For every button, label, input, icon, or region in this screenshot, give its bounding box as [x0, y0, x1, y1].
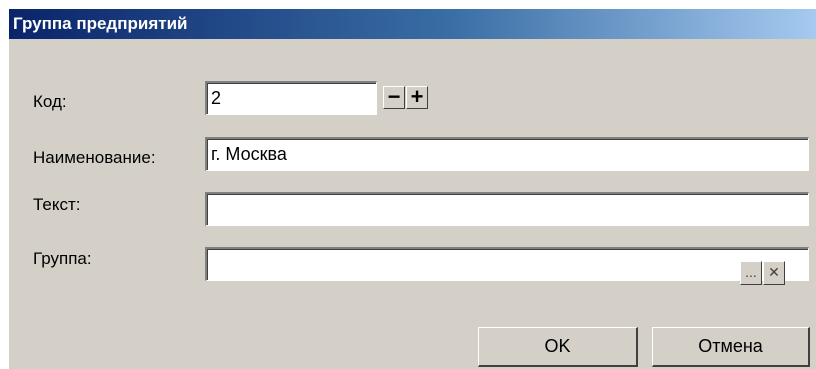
text-label: Текст: [33, 195, 81, 214]
ellipsis-icon: ... [745, 264, 757, 280]
cancel-button[interactable]: Отмена [652, 327, 810, 367]
cancel-button-label: Отмена [698, 336, 763, 356]
ok-button-label: OK [544, 336, 571, 356]
code-increment-button[interactable]: + [406, 86, 428, 109]
code-decrement-button[interactable]: − [383, 86, 405, 109]
code-input[interactable]: 2 [205, 81, 377, 115]
minus-icon: − [387, 84, 401, 109]
dialog-title: Группа предприятий [13, 14, 188, 33]
plus-icon: + [410, 84, 424, 109]
name-input[interactable]: г. Москва [205, 137, 809, 171]
group-clear-button[interactable]: ✕ [763, 261, 785, 285]
name-label: Наименование: [33, 148, 156, 167]
dialog-title-bar: Группа предприятий [9, 9, 816, 39]
close-icon: ✕ [768, 264, 780, 280]
enterprise-group-dialog: Группа предприятий Код: 2 − + Наименован… [8, 8, 816, 369]
text-input[interactable] [205, 192, 809, 226]
code-label: Код: [33, 92, 67, 111]
name-value: г. Москва [211, 144, 287, 164]
group-browse-button[interactable]: ... [740, 261, 762, 285]
code-value: 2 [211, 88, 222, 108]
ok-button[interactable]: OK [478, 327, 638, 367]
group-label: Группа: [33, 249, 92, 268]
group-input[interactable] [205, 247, 809, 281]
